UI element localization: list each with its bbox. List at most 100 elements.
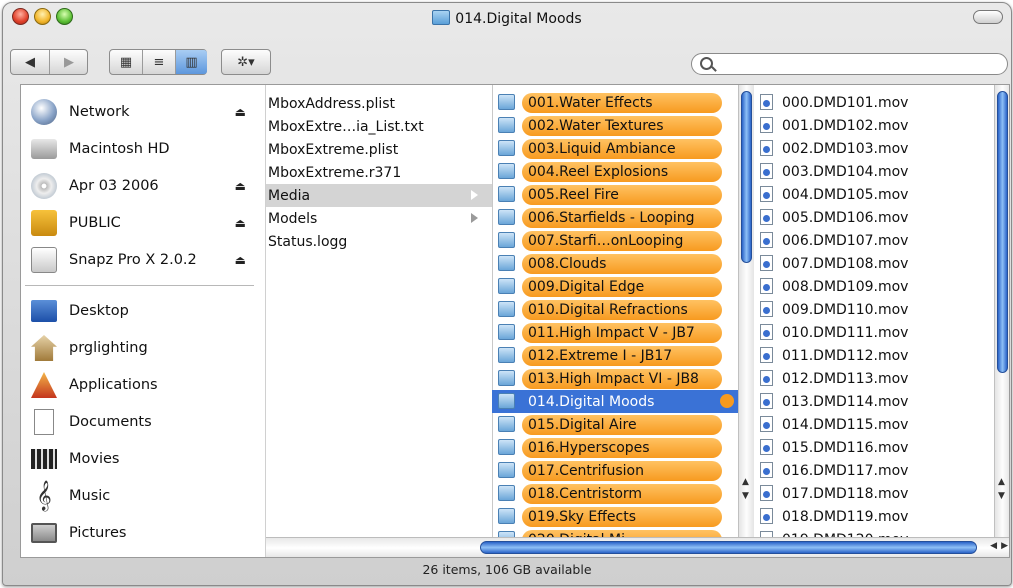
file-label: 003.DMD104.mov <box>782 163 909 180</box>
movie-file-item[interactable]: 002.DMD103.mov <box>754 137 994 160</box>
title-bar[interactable]: 014.Digital Moods <box>3 3 1011 33</box>
folder-label: 018.Centristorm <box>528 485 643 502</box>
sidebar-splitter[interactable] <box>257 85 266 557</box>
folder-label: 009.Digital Edge <box>528 278 645 295</box>
folder-item[interactable]: 013.High Impact VI - JB8 <box>492 367 738 390</box>
forward-button[interactable]: ▶ <box>50 50 88 74</box>
movie-file-item[interactable]: 016.DMD117.mov <box>754 459 994 482</box>
horizontal-scrollbar[interactable]: ◀ ▶ <box>266 537 1009 557</box>
folder-item[interactable]: 006.Starfields - Looping <box>492 206 738 229</box>
movie-file-item[interactable]: 011.DMD112.mov <box>754 344 994 367</box>
back-arrow-icon: ◀ <box>25 54 35 70</box>
column-3-scroll-thumb[interactable] <box>997 91 1008 373</box>
movie-file-item[interactable]: 001.DMD102.mov <box>754 114 994 137</box>
column-1-item[interactable]: MboxAddress.plist <box>266 92 492 115</box>
scroll-down-arrow-icon[interactable]: ▼ <box>998 491 1005 501</box>
icon-view-button[interactable]: ▦ <box>110 50 143 74</box>
folder-item[interactable]: 005.Reel Fire <box>492 183 738 206</box>
column-1-item[interactable]: Models <box>266 207 492 230</box>
folder-item[interactable]: 014.Digital Moods <box>492 390 738 413</box>
sidebar-item-network[interactable]: Network ⏏ <box>29 95 254 129</box>
back-button[interactable]: ◀ <box>11 50 50 74</box>
movie-file-item[interactable]: 019.DMD120.mov <box>754 528 994 537</box>
sidebar-item-label: Music <box>69 488 111 504</box>
folder-item[interactable]: 018.Centristorm <box>492 482 738 505</box>
movies-icon <box>29 444 59 474</box>
movie-file-item[interactable]: 009.DMD110.mov <box>754 298 994 321</box>
scroll-left-arrow-icon[interactable]: ◀ <box>990 541 997 551</box>
horizontal-scroll-thumb[interactable] <box>480 541 977 554</box>
folder-item[interactable]: 012.Extreme I - JB17 <box>492 344 738 367</box>
disclosure-arrow-icon <box>723 534 730 537</box>
column-1-item[interactable]: MboxExtre…ia_List.txt <box>266 115 492 138</box>
item-label: MboxExtreme.plist <box>268 141 399 158</box>
sidebar-item-documents[interactable]: Documents <box>29 405 254 439</box>
movie-file-item[interactable]: 006.DMD107.mov <box>754 229 994 252</box>
folder-item[interactable]: 016.Hyperscopes <box>492 436 738 459</box>
folder-item[interactable]: 019.Sky Effects <box>492 505 738 528</box>
gear-icon: ✲▾ <box>237 54 255 70</box>
column-view-icon: ▥ <box>185 54 198 70</box>
movie-file-item[interactable]: 003.DMD104.mov <box>754 160 994 183</box>
movie-file-item[interactable]: 010.DMD111.mov <box>754 321 994 344</box>
movie-file-item[interactable]: 012.DMD113.mov <box>754 367 994 390</box>
eject-icon[interactable]: ⏏ <box>235 216 246 230</box>
column-1-item[interactable]: Media <box>266 184 492 207</box>
folder-item[interactable]: 008.Clouds <box>492 252 738 275</box>
search-field[interactable] <box>691 53 1008 75</box>
movie-file-item[interactable]: 013.DMD114.mov <box>754 390 994 413</box>
scroll-down-arrow-icon[interactable]: ▼ <box>742 491 749 501</box>
sidebar-item-desktop[interactable]: Desktop <box>29 294 254 328</box>
sidebar-item-music[interactable]: 𝄞 Music <box>29 479 254 513</box>
scroll-up-arrow-icon[interactable]: ▲ <box>998 477 1005 487</box>
movie-file-item[interactable]: 014.DMD115.mov <box>754 413 994 436</box>
sidebar-item-macintosh-hd[interactable]: Macintosh HD <box>29 132 254 166</box>
sidebar-item-movies[interactable]: Movies <box>29 442 254 476</box>
eject-icon[interactable]: ⏏ <box>235 105 246 119</box>
folder-label: 007.Starfi…onLooping <box>528 232 684 249</box>
list-view-button[interactable]: ≡ <box>143 50 176 74</box>
folder-item[interactable]: 011.High Impact V - JB7 <box>492 321 738 344</box>
sidebar-item-apr-03-2006[interactable]: Apr 03 2006 ⏏ <box>29 169 254 203</box>
sidebar-item-public[interactable]: PUBLIC ⏏ <box>29 206 254 240</box>
eject-icon[interactable]: ⏏ <box>235 253 246 267</box>
movie-file-item[interactable]: 004.DMD105.mov <box>754 183 994 206</box>
folder-item[interactable]: 020.Digital Mi… <box>492 528 738 537</box>
column-3-scrollbar[interactable]: ▲ ▼ <box>994 85 1009 537</box>
documents-icon <box>29 407 59 437</box>
column-1-item[interactable]: MboxExtreme.plist <box>266 138 492 161</box>
column-1-item[interactable]: Status.logg <box>266 230 492 253</box>
action-menu-button[interactable]: ✲▾ <box>221 49 271 75</box>
toolbar-toggle-button[interactable] <box>973 10 1003 24</box>
movie-file-item[interactable]: 018.DMD119.mov <box>754 505 994 528</box>
folder-item[interactable]: 007.Starfi…onLooping <box>492 229 738 252</box>
column-2-scrollbar[interactable]: ▲ ▼ <box>738 85 754 537</box>
column-2-scroll-thumb[interactable] <box>741 91 752 263</box>
sidebar-item-snapz-pro-x-2-0-2[interactable]: Snapz Pro X 2.0.2 ⏏ <box>29 243 254 277</box>
folder-item[interactable]: 001.Water Effects <box>492 91 738 114</box>
folder-item[interactable]: 002.Water Textures <box>492 114 738 137</box>
file-label: 002.DMD103.mov <box>782 140 909 157</box>
scroll-right-arrow-icon[interactable]: ▶ <box>1001 541 1008 551</box>
movie-file-item[interactable]: 007.DMD108.mov <box>754 252 994 275</box>
network-icon <box>29 97 59 127</box>
movie-file-item[interactable]: 005.DMD106.mov <box>754 206 994 229</box>
movie-file-item[interactable]: 008.DMD109.mov <box>754 275 994 298</box>
column-view-button[interactable]: ▥ <box>176 50 207 74</box>
folder-item[interactable]: 017.Centrifusion <box>492 459 738 482</box>
column-1-item[interactable]: MboxExtreme.r371 <box>266 161 492 184</box>
folder-item[interactable]: 010.Digital Refractions <box>492 298 738 321</box>
folder-item[interactable]: 003.Liquid Ambiance <box>492 137 738 160</box>
movie-file-item[interactable]: 015.DMD116.mov <box>754 436 994 459</box>
status-text: 26 items, 106 GB available <box>422 562 592 577</box>
sidebar-item-applications[interactable]: Applications <box>29 368 254 402</box>
folder-item[interactable]: 015.Digital Aire <box>492 413 738 436</box>
movie-file-item[interactable]: 000.DMD101.mov <box>754 91 994 114</box>
sidebar-item-prglighting[interactable]: prglighting <box>29 331 254 365</box>
movie-file-item[interactable]: 017.DMD118.mov <box>754 482 994 505</box>
sidebar-item-pictures[interactable]: Pictures <box>29 516 254 550</box>
folder-item[interactable]: 009.Digital Edge <box>492 275 738 298</box>
scroll-up-arrow-icon[interactable]: ▲ <box>742 477 749 487</box>
eject-icon[interactable]: ⏏ <box>235 179 246 193</box>
folder-item[interactable]: 004.Reel Explosions <box>492 160 738 183</box>
